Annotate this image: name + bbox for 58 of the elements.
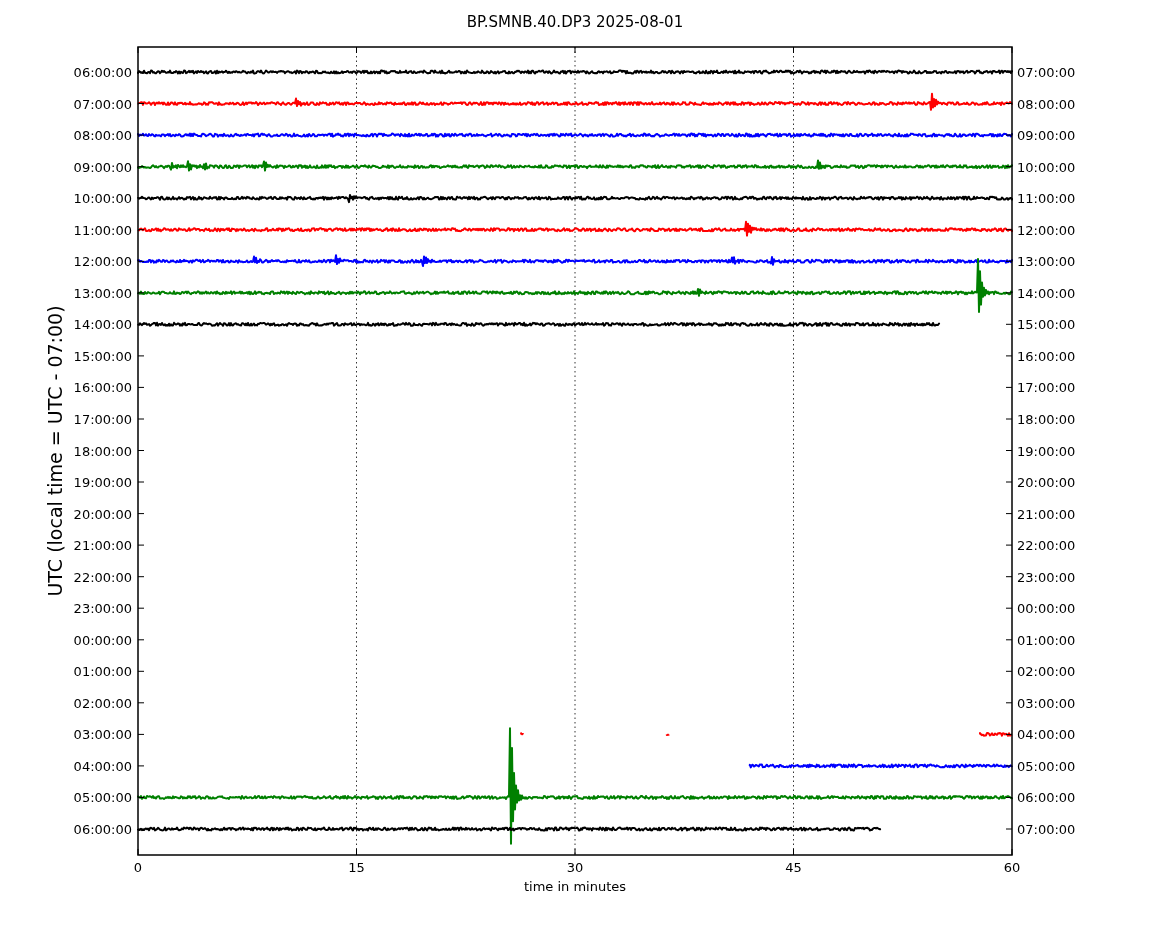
tick-label: 19:00:00 — [73, 475, 132, 491]
tick-label: 07:00:00 — [1017, 822, 1076, 837]
tick-label: 05:00:00 — [1017, 758, 1076, 774]
tick-label: 15:00:00 — [1017, 317, 1076, 333]
tick-label: 00:00:00 — [1017, 601, 1076, 617]
tick-label: 01:00:00 — [1017, 632, 1076, 648]
tick-label: 22:00:00 — [1017, 538, 1076, 554]
tick-label: 19:00:00 — [1017, 443, 1076, 459]
tick-label: 07:00:00 — [73, 96, 132, 112]
tick-label: 16:00:00 — [73, 380, 132, 396]
tick-label: 14:00:00 — [73, 317, 132, 333]
tick-label: 18:00:00 — [1017, 411, 1076, 427]
tick-label: 15:00:00 — [73, 348, 132, 364]
axis-label: time in minutes — [523, 879, 627, 894]
axis-label: UTC (local time = UTC - 07:00) — [44, 305, 66, 597]
tick-label: 13:00:00 — [1017, 254, 1076, 270]
tick-label: 23:00:00 — [1017, 569, 1076, 585]
tick-label: 23:00:00 — [73, 601, 132, 617]
tick-label: 18:00:00 — [73, 443, 132, 459]
tick-label: 01:00:00 — [73, 664, 132, 680]
tick-label: 06:00:00 — [73, 822, 132, 837]
tick-label: 60 — [1003, 860, 1021, 875]
tick-label: 30 — [566, 860, 584, 875]
tick-label: 16:00:00 — [1017, 348, 1076, 364]
tick-label: 06:00:00 — [1017, 790, 1076, 806]
tick-label: 02:00:00 — [1017, 664, 1076, 680]
tick-label: 0 — [133, 860, 143, 875]
tick-label: 09:00:00 — [1017, 128, 1076, 144]
tick-label: 06:00:00 — [73, 65, 132, 80]
tick-label: 04:00:00 — [1017, 727, 1076, 743]
tick-label: 12:00:00 — [73, 254, 132, 270]
tick-label: 20:00:00 — [73, 506, 132, 522]
tick-label: 14:00:00 — [1017, 285, 1076, 301]
tick-label: 13:00:00 — [73, 285, 132, 301]
tick-label: 11:00:00 — [73, 222, 132, 238]
tick-label: 08:00:00 — [73, 128, 132, 144]
tick-label: 17:00:00 — [1017, 380, 1076, 396]
tick-label: 03:00:00 — [1017, 695, 1076, 711]
tick-label: 03:00:00 — [73, 727, 132, 743]
tick-label: 09:00:00 — [73, 159, 132, 175]
tick-label: 10:00:00 — [73, 191, 132, 207]
tick-label: 21:00:00 — [73, 538, 132, 554]
tick-label: 15 — [348, 860, 365, 875]
tick-label: 21:00:00 — [1017, 506, 1076, 522]
tick-label: 02:00:00 — [73, 695, 132, 711]
tick-label: 22:00:00 — [73, 569, 132, 585]
tick-label: 04:00:00 — [73, 758, 132, 774]
tick-label: 20:00:00 — [1017, 475, 1076, 491]
tick-label: 08:00:00 — [1017, 96, 1076, 112]
tick-label: 00:00:00 — [73, 632, 132, 648]
tick-label: 05:00:00 — [73, 790, 132, 806]
tick-label: 17:00:00 — [73, 411, 132, 427]
tick-label: 12:00:00 — [1017, 222, 1076, 238]
chart-title: BP.SMNB.40.DP3 2025-08-01 — [466, 13, 684, 31]
tick-label: 10:00:00 — [1017, 159, 1076, 175]
tick-label: 11:00:00 — [1017, 191, 1076, 207]
tick-label: 07:00:00 — [1017, 65, 1076, 80]
tick-label: 45 — [785, 860, 802, 875]
